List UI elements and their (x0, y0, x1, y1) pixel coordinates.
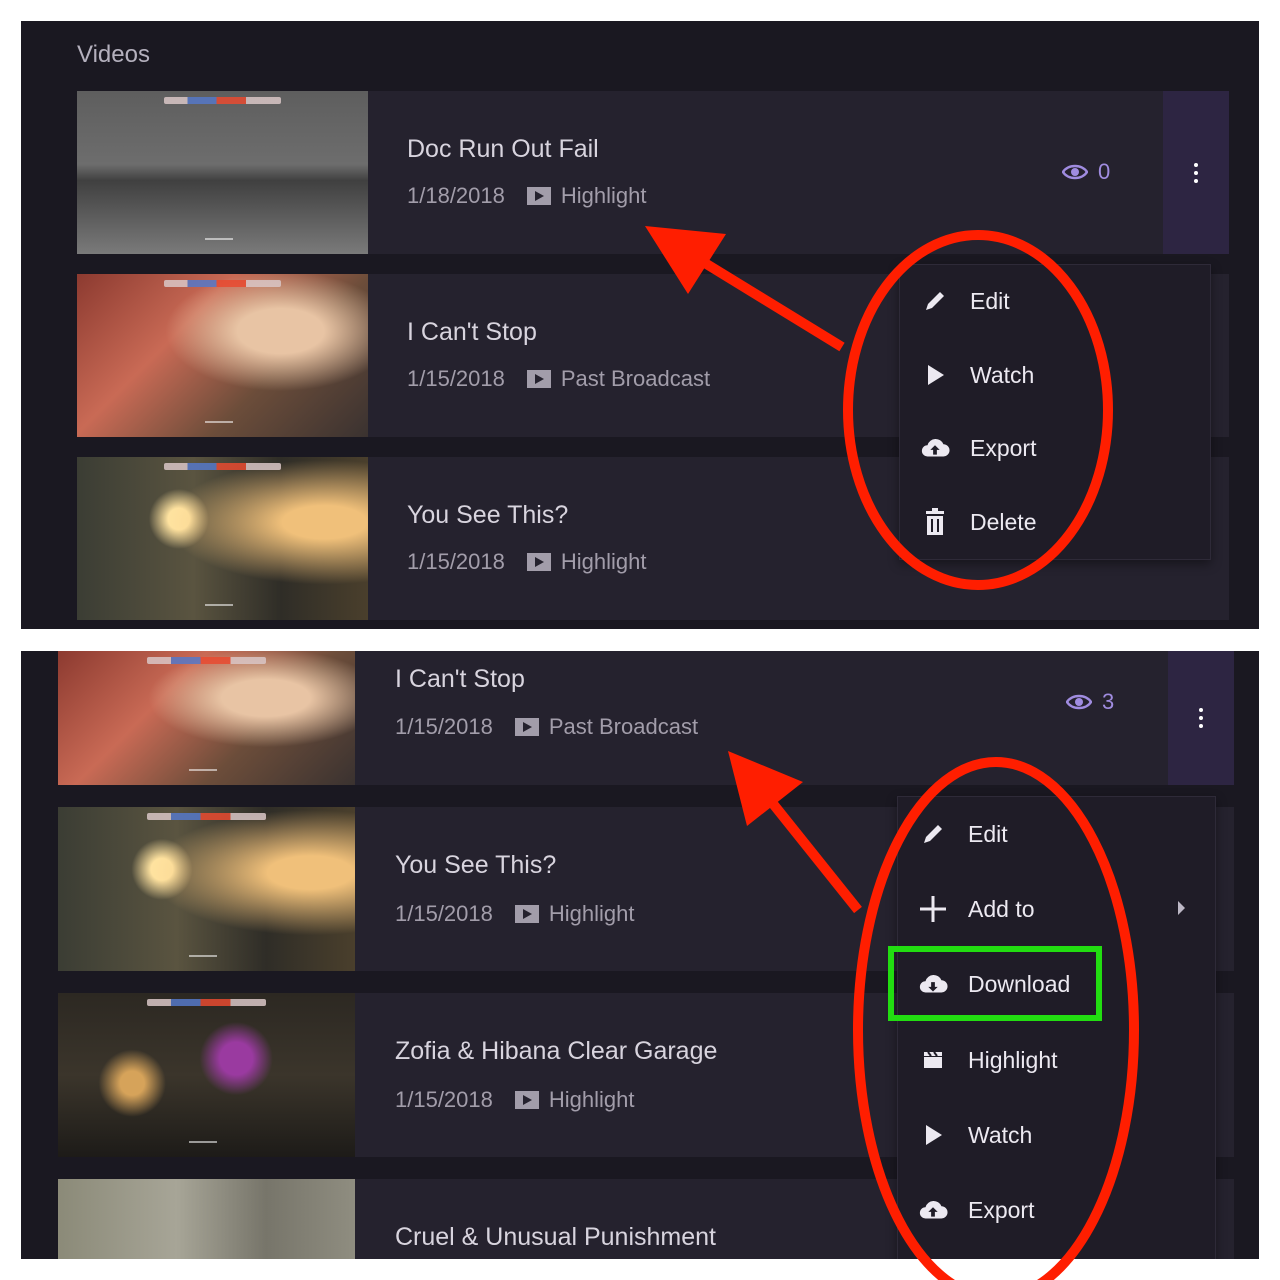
menu-item-label: Add to (968, 895, 1035, 922)
video-type-icon (514, 718, 539, 736)
menu-item-label: Watch (970, 361, 1035, 388)
trash-icon (920, 507, 950, 537)
video-title[interactable]: I Can't Stop (395, 665, 525, 694)
video-date: 1/15/2018 (395, 714, 493, 739)
video-date: 1/15/2018 (395, 901, 493, 926)
video-row[interactable]: I Can't Stop 1/15/2018 Past Broadcast 3 (58, 651, 1234, 785)
menu-item-watch[interactable]: Watch (918, 1115, 1195, 1155)
video-type-icon (526, 187, 551, 205)
video-type-icon (526, 553, 551, 571)
video-title[interactable]: I Can't Stop (407, 318, 537, 347)
menu-item-delete[interactable]: Delete (920, 502, 1190, 542)
video-meta: 1/15/2018 Highlight (407, 549, 646, 575)
video-title[interactable]: You See This? (407, 501, 568, 530)
videos-panel-bottom: I Can't Stop 1/15/2018 Past Broadcast 3 … (21, 651, 1259, 1259)
video-thumbnail[interactable] (77, 457, 368, 620)
more-vertical-icon (1194, 170, 1198, 175)
menu-item-label: Edit (970, 287, 1010, 314)
menu-item-label: Highlight (968, 1046, 1058, 1073)
eye-icon (1062, 164, 1088, 180)
video-type-icon (514, 905, 539, 923)
video-thumbnail[interactable] (58, 651, 355, 785)
view-count-value: 0 (1098, 159, 1111, 184)
plus-icon (918, 894, 948, 924)
video-type: Highlight (548, 901, 635, 926)
menu-item-export[interactable]: Export (918, 1190, 1195, 1230)
video-context-menu: Edit Watch Export Delete (899, 264, 1211, 560)
pencil-icon (920, 286, 950, 316)
video-thumbnail[interactable] (58, 1179, 355, 1259)
menu-item-label: Delete (970, 508, 1037, 535)
video-thumbnail[interactable] (77, 274, 368, 437)
video-type: Highlight (548, 1087, 635, 1112)
clapperboard-icon (918, 1045, 948, 1075)
caret-right-icon (1178, 901, 1185, 915)
menu-item-watch[interactable]: Watch (920, 355, 1190, 395)
video-date: 1/15/2018 (407, 366, 505, 391)
menu-item-label: Watch (968, 1121, 1033, 1148)
video-title[interactable]: Doc Run Out Fail (407, 135, 599, 164)
video-context-menu: Edit Add to Download Highlight Watch Exp… (897, 796, 1216, 1259)
play-icon (920, 360, 950, 390)
video-title[interactable]: Zofia & Hibana Clear Garage (395, 1037, 717, 1066)
video-row[interactable]: Doc Run Out Fail 1/18/2018 Highlight 0 (77, 91, 1229, 254)
video-meta: 1/15/2018 Past Broadcast (407, 366, 710, 392)
cloud-download-icon (918, 969, 948, 999)
eye-icon (1066, 694, 1092, 710)
more-options-button[interactable] (1168, 651, 1234, 785)
video-meta: 1/15/2018 Highlight (395, 1087, 634, 1113)
cloud-upload-icon (920, 433, 950, 463)
play-icon (918, 1120, 948, 1150)
video-type-icon (526, 370, 551, 388)
menu-item-add-to[interactable]: Add to (918, 889, 1195, 929)
video-type: Past Broadcast (548, 714, 699, 739)
view-count: 0 (1062, 159, 1110, 185)
menu-item-label: Download (968, 970, 1071, 997)
video-date: 1/18/2018 (407, 183, 505, 208)
video-type-icon (514, 1091, 539, 1109)
menu-item-highlight[interactable]: Highlight (918, 1040, 1195, 1080)
video-meta: 1/15/2018 Past Broadcast (395, 714, 698, 740)
pencil-icon (918, 819, 948, 849)
menu-item-label: Export (970, 434, 1037, 461)
more-options-button[interactable] (1163, 91, 1229, 254)
video-meta: 1/18/2018 Highlight (407, 183, 646, 209)
video-meta: 1/15/2018 Highlight (395, 901, 634, 927)
more-vertical-icon (1199, 716, 1203, 720)
section-title: Videos (77, 41, 150, 68)
video-title[interactable]: You See This? (395, 851, 556, 880)
video-thumbnail[interactable] (58, 993, 355, 1157)
view-count-value: 3 (1102, 689, 1115, 714)
menu-item-edit[interactable]: Edit (918, 814, 1195, 854)
video-thumbnail[interactable] (58, 807, 355, 971)
video-type: Highlight (560, 183, 647, 208)
videos-panel-top: Videos Doc Run Out Fail 1/18/2018 Highli… (21, 21, 1259, 629)
video-type: Highlight (560, 549, 647, 574)
menu-item-label: Export (968, 1196, 1035, 1223)
video-thumbnail[interactable] (77, 91, 368, 254)
view-count: 3 (1066, 689, 1114, 715)
menu-item-label: Edit (968, 820, 1008, 847)
video-date: 1/15/2018 (407, 549, 505, 574)
menu-item-download[interactable]: Download (918, 964, 1195, 1004)
video-title[interactable]: Cruel & Unusual Punishment (395, 1223, 716, 1252)
video-type: Past Broadcast (560, 366, 711, 391)
cloud-upload-icon (918, 1195, 948, 1225)
menu-item-edit[interactable]: Edit (920, 281, 1190, 321)
menu-item-export[interactable]: Export (920, 428, 1190, 468)
video-date: 1/15/2018 (395, 1087, 493, 1112)
